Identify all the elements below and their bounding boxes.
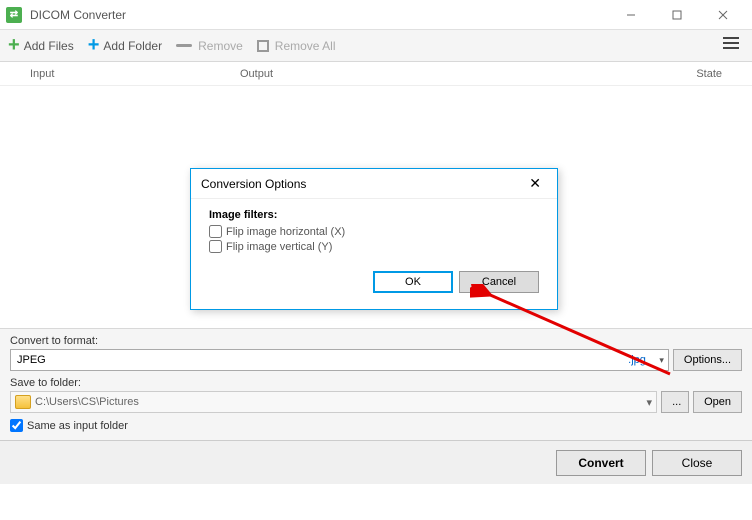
bottom-panel: Convert to format: JPEG .jpg ▾ Options..…: [0, 328, 752, 440]
ok-button[interactable]: OK: [373, 271, 453, 293]
flip-vertical-label: Flip image vertical (Y): [226, 241, 332, 253]
column-headers: Input Output State: [0, 62, 752, 86]
window-title: DICOM Converter: [30, 8, 608, 22]
add-folder-label: Add Folder: [103, 39, 162, 53]
same-as-input-label: Same as input folder: [27, 420, 128, 432]
remove-all-button: Remove All: [257, 39, 336, 53]
chevron-down-icon: ▾: [647, 396, 653, 409]
flip-horizontal-label: Flip image horizontal (X): [226, 226, 345, 238]
minimize-button[interactable]: [608, 1, 654, 29]
dialog-close-button[interactable]: ✕: [523, 175, 547, 192]
dialog-titlebar: Conversion Options ✕: [191, 169, 557, 199]
remove-label: Remove: [198, 39, 243, 53]
flip-horizontal-checkbox[interactable]: [209, 225, 222, 238]
flip-horizontal-row[interactable]: Flip image horizontal (X): [209, 225, 539, 238]
menu-button[interactable]: [718, 32, 744, 59]
format-extension: .jpg: [628, 354, 646, 366]
column-input: Input: [30, 68, 240, 80]
convert-format-label: Convert to format:: [10, 335, 742, 347]
maximize-button[interactable]: [654, 1, 700, 29]
footer: Convert Close: [0, 440, 752, 484]
cancel-button[interactable]: Cancel: [459, 271, 539, 293]
app-icon: ⇄: [6, 7, 22, 23]
add-files-button[interactable]: + Add Files: [8, 34, 74, 57]
image-filters-label: Image filters:: [209, 209, 539, 221]
chevron-down-icon: ▾: [659, 355, 664, 366]
convert-button[interactable]: Convert: [556, 450, 646, 476]
window-controls: [608, 1, 746, 29]
flip-vertical-checkbox[interactable]: [209, 240, 222, 253]
conversion-options-dialog: Conversion Options ✕ Image filters: Flip…: [190, 168, 558, 310]
same-as-input-checkbox[interactable]: [10, 419, 23, 432]
add-files-label: Add Files: [24, 39, 74, 53]
close-button[interactable]: [700, 1, 746, 29]
format-name: JPEG: [17, 354, 46, 366]
minus-icon: [176, 44, 192, 47]
close-app-button[interactable]: Close: [652, 450, 742, 476]
titlebar: ⇄ DICOM Converter: [0, 0, 752, 30]
open-folder-button[interactable]: Open: [693, 391, 742, 413]
column-output: Output: [240, 68, 672, 80]
folder-path-text: C:\Users\CS\Pictures: [35, 396, 139, 408]
remove-button: Remove: [176, 39, 243, 53]
column-state: State: [672, 68, 722, 80]
add-folder-button[interactable]: +Add Folder: [88, 34, 162, 57]
save-folder-label: Save to folder:: [10, 377, 742, 389]
options-button[interactable]: Options...: [673, 349, 742, 371]
plus-icon: +: [8, 34, 20, 57]
folder-icon: [15, 395, 31, 409]
remove-all-label: Remove All: [275, 39, 336, 53]
square-icon: [257, 40, 269, 52]
flip-vertical-row[interactable]: Flip image vertical (Y): [209, 240, 539, 253]
same-as-input-row[interactable]: Same as input folder: [10, 419, 742, 432]
plus-icon: +: [88, 34, 100, 57]
format-dropdown[interactable]: JPEG .jpg ▾: [10, 349, 669, 371]
toolbar: +Add Files +Add Folder Remove Remove All: [0, 30, 752, 62]
browse-button[interactable]: ...: [661, 391, 689, 413]
folder-path-input[interactable]: C:\Users\CS\Pictures ▾: [10, 391, 657, 413]
dialog-title: Conversion Options: [201, 177, 306, 191]
